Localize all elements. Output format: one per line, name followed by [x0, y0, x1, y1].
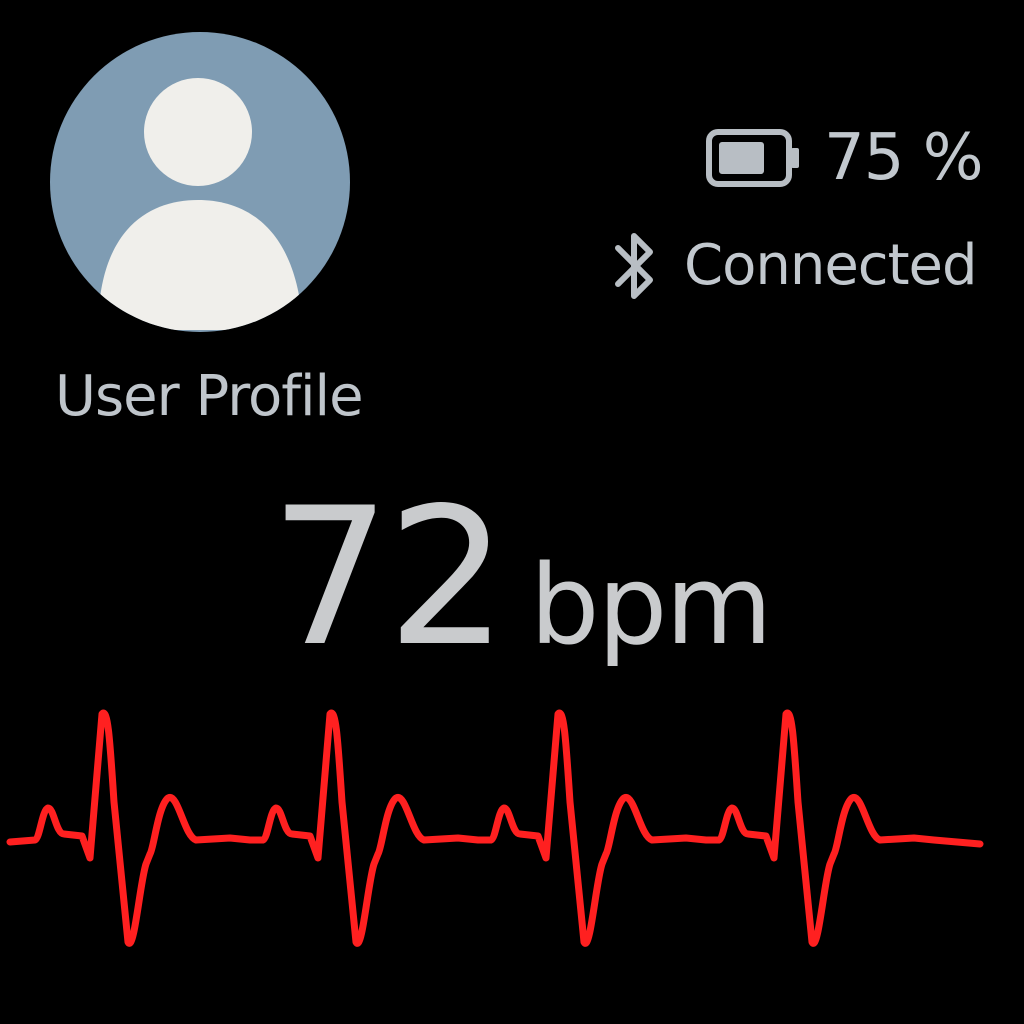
connection-status-text: Connected	[684, 233, 978, 298]
battery-fill	[719, 142, 764, 174]
user-avatar-icon	[50, 32, 350, 332]
heart-rate-value: 72	[270, 467, 508, 688]
user-profile-label[interactable]: User Profile	[55, 362, 415, 432]
battery-percentage: 75 %	[824, 121, 984, 195]
ecg-waveform	[0, 690, 1024, 970]
bluetooth-status: Connected	[612, 226, 978, 306]
battery-status: 75 %	[706, 118, 984, 198]
ecg-trace	[6, 709, 984, 947]
battery-icon	[706, 127, 802, 189]
user-avatar[interactable]	[48, 30, 352, 334]
heart-rate-unit: bpm	[529, 541, 773, 669]
avatar-head	[144, 78, 252, 186]
bluetooth-icon	[612, 228, 660, 304]
heart-rate-readout: 72 bpm	[270, 467, 773, 688]
